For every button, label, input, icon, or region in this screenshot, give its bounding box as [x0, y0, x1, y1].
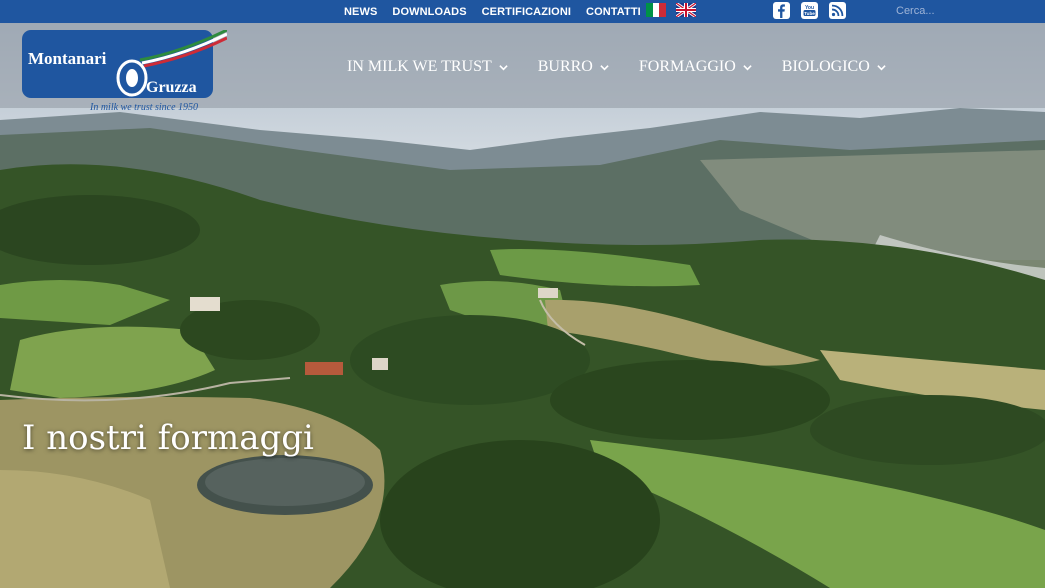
facebook-icon[interactable] — [773, 2, 790, 19]
svg-text:Tube: Tube — [804, 11, 815, 16]
nav-item-label: FORMAGGIO — [638, 57, 736, 75]
montanari-gruzza-logo[interactable]: Montanari Gruzza In milk we trust since … — [22, 28, 228, 113]
news-link[interactable]: NEWS — [344, 6, 377, 18]
nav-item-biologico[interactable]: BIOLOGICO — [782, 58, 886, 76]
nav-item-label: BURRO — [537, 57, 593, 75]
main-header: Montanari Gruzza In milk we trust since … — [0, 23, 1045, 113]
logo-tagline: In milk we trust since 1950 — [89, 102, 198, 112]
nav-item-label: BIOLOGICO — [781, 57, 870, 75]
nav-item-in-milk-we-trust[interactable]: IN MILK WE TRUST — [347, 58, 508, 76]
hero-title: I nostri formaggi — [22, 418, 314, 458]
nav-item-label: IN MILK WE TRUST — [347, 57, 492, 75]
uk-flag-icon[interactable] — [676, 3, 696, 17]
main-navigation: IN MILK WE TRUST BURRO FORMAGGIO BIOLOGI… — [347, 23, 916, 109]
logo-text-right: Gruzza — [146, 79, 197, 96]
chevron-down-icon — [743, 65, 752, 71]
search-input[interactable] — [888, 2, 1045, 20]
certificazioni-link[interactable]: CERTIFICAZIONI — [482, 6, 571, 18]
italian-flag-icon[interactable] — [646, 3, 667, 17]
youtube-icon[interactable]: You Tube — [801, 2, 818, 19]
nav-item-formaggio[interactable]: FORMAGGIO — [639, 58, 752, 76]
rss-icon[interactable] — [829, 2, 846, 19]
top-links: NEWS DOWNLOADS CERTIFICAZIONI CONTATTI — [344, 0, 656, 23]
downloads-link[interactable]: DOWNLOADS — [392, 6, 466, 18]
chevron-down-icon — [877, 65, 886, 71]
chevron-down-icon — [499, 65, 508, 71]
nav-item-burro[interactable]: BURRO — [538, 58, 609, 76]
top-utility-bar: NEWS DOWNLOADS CERTIFICAZIONI CONTATTI Y… — [0, 0, 1045, 23]
logo-text-left: Montanari — [28, 49, 107, 68]
contatti-link[interactable]: CONTATTI — [586, 6, 641, 18]
chevron-down-icon — [600, 65, 609, 71]
